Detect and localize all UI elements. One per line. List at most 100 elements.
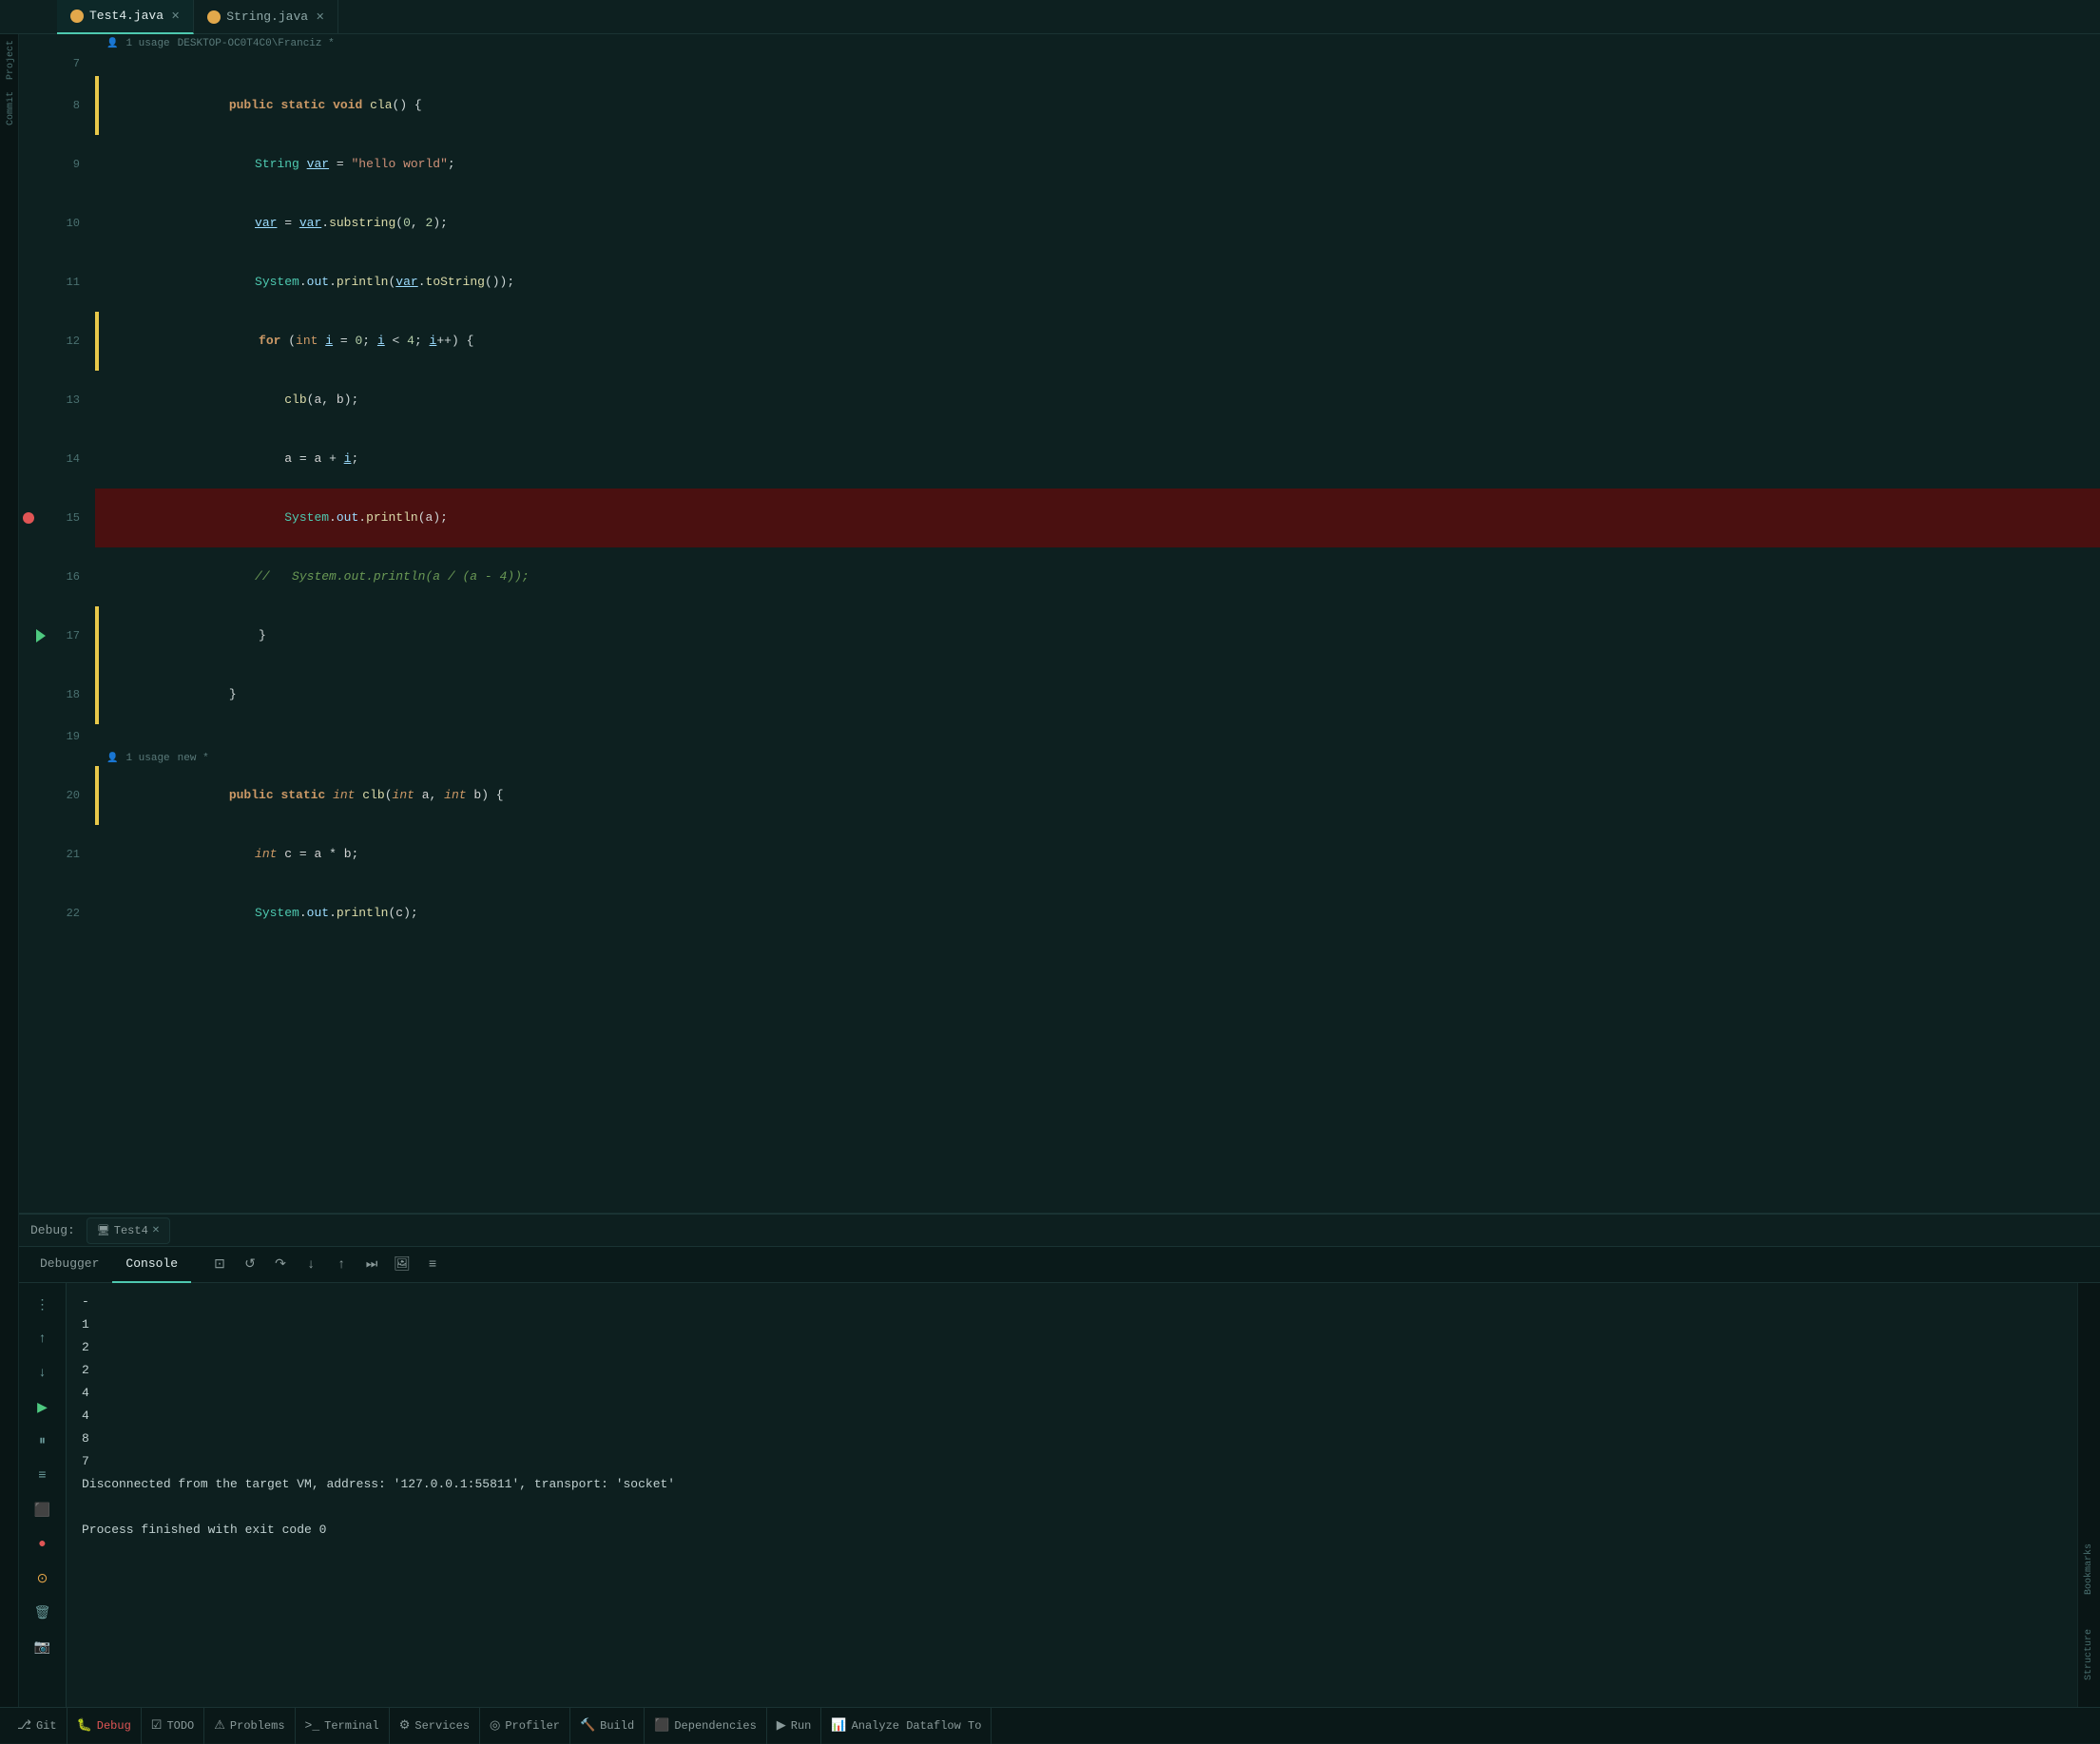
debug-btn-play[interactable]: ▶ <box>29 1393 57 1422</box>
toolbar-step-out[interactable]: ↑ <box>328 1252 355 1278</box>
status-dependencies[interactable]: ⬛ Dependencies <box>645 1708 767 1744</box>
status-profiler-label: Profiler <box>505 1719 560 1733</box>
status-terminal[interactable]: >_ Terminal <box>296 1708 390 1744</box>
status-run[interactable]: ▶ Run <box>767 1708 822 1744</box>
far-left-sidebar: Project Commit <box>0 34 19 1707</box>
code-line-21: 21 int c = a * b; <box>19 825 2100 884</box>
console-line-7: 7 <box>82 1450 2062 1473</box>
code-line-18: 18 } <box>19 665 2100 724</box>
status-git[interactable]: ⎇ Git <box>8 1708 67 1744</box>
debug-session-label: Test4 <box>114 1224 148 1237</box>
tab-bar: Test4.java ✕ String.java ✕ <box>0 0 2100 34</box>
tab-string-close[interactable]: ✕ <box>316 10 324 24</box>
status-profiler[interactable]: ◎ Profiler <box>480 1708 570 1744</box>
debug-session-tab[interactable]: 🖥 Test4 ✕ <box>87 1217 170 1244</box>
code-line-10: 10 var = var.substring(0, 2); <box>19 194 2100 253</box>
code-line-12: 12 for (int i = 0; i < 4; i++) { <box>19 312 2100 371</box>
console-line-exit: Process finished with exit code 0 <box>82 1519 2062 1542</box>
debug-btn-camera[interactable]: 📷 <box>29 1633 57 1661</box>
tab-debugger-label: Debugger <box>40 1256 99 1271</box>
console-output[interactable]: - 1 2 2 4 4 8 7 Disconnected from the ta… <box>67 1283 2077 1707</box>
person-icon-2: 👤 <box>106 753 118 764</box>
console-line-2a: 2 <box>82 1336 2062 1359</box>
debug-session-close[interactable]: ✕ <box>152 1225 160 1236</box>
status-problems-label: Problems <box>230 1719 285 1733</box>
tab-test4-close[interactable]: ✕ <box>171 10 180 23</box>
tab-console-label: Console <box>125 1256 178 1271</box>
toolbar-step-into[interactable]: ↓ <box>298 1252 324 1278</box>
git-icon: ⎇ <box>17 1718 31 1733</box>
toolbar-resume[interactable]: ↺ <box>237 1252 263 1278</box>
tab-test4-label: Test4.java <box>89 9 164 23</box>
gutter-10: 10 <box>19 194 95 253</box>
status-todo[interactable]: ☑ TODO <box>142 1708 204 1744</box>
gutter-8: 8 <box>19 76 95 135</box>
toolbar-frames[interactable]: ≡ <box>419 1252 446 1278</box>
line-num-16: 16 <box>61 570 87 584</box>
status-analyze-label: Analyze Dataflow To <box>852 1719 982 1733</box>
debug-btn-mute[interactable]: ⊙ <box>29 1564 57 1593</box>
gutter-22: 22 <box>19 884 95 943</box>
status-build[interactable]: 🔨 Build <box>570 1708 645 1744</box>
line-num-12: 12 <box>61 335 87 348</box>
status-problems[interactable]: ⚠ Problems <box>204 1708 295 1744</box>
breakpoint-15[interactable] <box>23 512 34 524</box>
code-line-15: 15 System.out.println(a); <box>19 489 2100 547</box>
line-num-17: 17 <box>61 629 87 642</box>
line-num-22: 22 <box>61 907 87 920</box>
usage-hint-2: 👤 1 usage new * <box>19 749 2100 766</box>
commit-label[interactable]: Commit <box>0 86 18 131</box>
code-line-17: 17 } <box>19 606 2100 665</box>
status-services[interactable]: ⚙ Services <box>390 1708 480 1744</box>
code-editor: 👤 1 usage DESKTOP-OC0T4C0\Franciz * 7 8 <box>19 34 2100 1707</box>
problems-icon: ⚠ <box>214 1718 225 1733</box>
debug-tabs: Debugger Console ⊡ ↺ ↷ ↓ ↑ ⏭ 🖼 ≡ <box>19 1247 2100 1283</box>
code-scroll[interactable]: 👤 1 usage DESKTOP-OC0T4C0\Franciz * 7 8 <box>19 34 2100 1213</box>
toolbar-step-over[interactable]: ↷ <box>267 1252 294 1278</box>
gutter-12: 12 <box>19 312 95 371</box>
line-num-15: 15 <box>61 511 87 525</box>
line-num-8: 8 <box>61 99 87 112</box>
debug-label: Debug: <box>30 1223 75 1237</box>
code-content: 👤 1 usage DESKTOP-OC0T4C0\Franciz * 7 8 <box>19 34 2100 943</box>
tab-test4[interactable]: Test4.java ✕ <box>57 0 194 34</box>
project-label[interactable]: Project <box>0 34 18 86</box>
editor-area: Project Commit 👤 1 usage DESKTOP-OC0T4C0… <box>0 34 2100 1707</box>
console-line-4a: 4 <box>82 1382 2062 1405</box>
debug-btn-breakpoint[interactable]: ● <box>29 1530 57 1559</box>
debug-btn-stop[interactable]: ⬛ <box>29 1496 57 1524</box>
debug-left-buttons: ⋮ ↑ ↓ ▶ ⏸ ≡ ⬛ ● ⊙ 🗑 📷 <box>19 1283 67 1707</box>
status-debug-label: Debug <box>97 1719 131 1733</box>
tab-string[interactable]: String.java ✕ <box>194 0 338 34</box>
services-icon: ⚙ <box>399 1718 411 1733</box>
console-line-4b: 4 <box>82 1405 2062 1428</box>
build-icon: 🔨 <box>580 1718 595 1733</box>
console-line-8: 8 <box>82 1428 2062 1450</box>
toolbar-evaluate[interactable]: 🖼 <box>389 1252 415 1278</box>
code-text-22: System.out.println(c); <box>95 884 2100 943</box>
debug-btn-down[interactable]: ↓ <box>29 1359 57 1388</box>
code-text-9: String var = "hello world"; <box>95 135 2100 194</box>
bookmarks-label[interactable]: Bookmarks <box>2082 1536 2096 1602</box>
toolbar-run-cursor[interactable]: ⏭ <box>358 1252 385 1278</box>
status-services-label: Services <box>414 1719 470 1733</box>
status-bar: ⎇ Git 🐛 Debug ☑ TODO ⚠ Problems >_ Termi… <box>0 1707 2100 1743</box>
gutter-13: 13 <box>19 371 95 430</box>
tab-debugger[interactable]: Debugger <box>27 1247 112 1283</box>
debug-btn-more[interactable]: ⋮ <box>29 1291 57 1319</box>
tab-console[interactable]: Console <box>112 1247 191 1283</box>
status-analyze[interactable]: 📊 Analyze Dataflow To <box>821 1708 992 1744</box>
structure-label[interactable]: Structure <box>2082 1621 2096 1688</box>
toolbar-screen[interactable]: ⊡ <box>206 1252 233 1278</box>
line-num-18: 18 <box>61 688 87 701</box>
debug-btn-pause[interactable]: ⏸ <box>29 1428 57 1456</box>
code-line-20: 20 public static int clb(int a, int b) { <box>19 766 2100 825</box>
code-line-16: 16 // System.out.println(a / (a - 4)); <box>19 547 2100 606</box>
status-debug[interactable]: 🐛 Debug <box>67 1708 142 1744</box>
run-icon: ▶ <box>777 1718 786 1733</box>
status-terminal-label: Terminal <box>324 1719 379 1733</box>
debug-btn-up[interactable]: ↑ <box>29 1325 57 1353</box>
debug-btn-stack[interactable]: ≡ <box>29 1462 57 1490</box>
debug-btn-trash[interactable]: 🗑 <box>29 1599 57 1627</box>
debug-arrow-17 <box>36 629 46 642</box>
